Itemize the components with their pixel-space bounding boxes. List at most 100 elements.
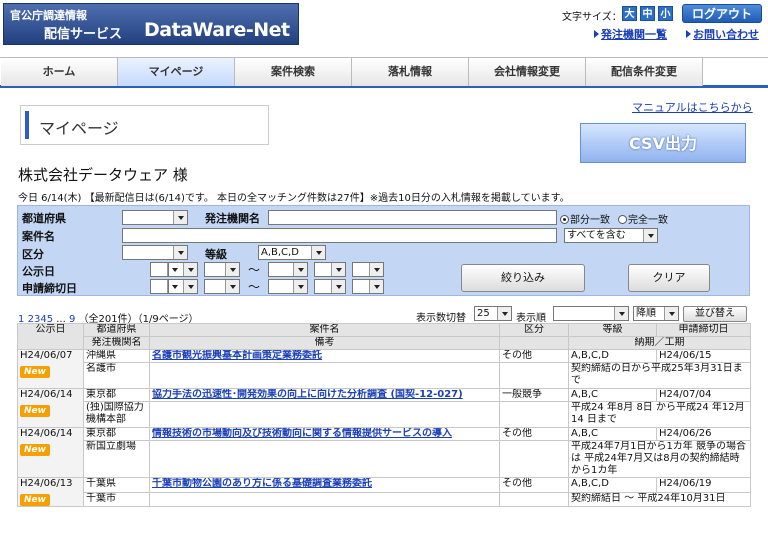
- header-pref: 都道府県: [83, 323, 150, 337]
- org-input[interactable]: [268, 210, 557, 225]
- font-size-small-button[interactable]: 小: [658, 6, 673, 21]
- remarks-cell: [149, 440, 500, 478]
- chevron-down-icon: [172, 268, 178, 272]
- grade-cell: A,B,C,D: [568, 477, 657, 493]
- table-row-detail: 千葉市 契約締結日 〜 平成24年10月31日: [18, 492, 751, 507]
- category-cell: その他: [499, 477, 569, 493]
- info-line: 今日 6/14(木) 【最新配信日は(6/14)です。 本日の全マッチング件数は…: [18, 193, 570, 204]
- case-title-link[interactable]: 情報技術の市場動向及び技術動向に関する情報提供サービスの導入: [152, 429, 452, 440]
- header-deadline: 申請締切日: [656, 323, 751, 337]
- pub-to-day-select[interactable]: [352, 262, 384, 277]
- deadline-from-day-select[interactable]: [204, 279, 240, 294]
- page: 官公庁調達情報 配信サービス DataWare-Net 文字サイズ： 大 中 小…: [0, 0, 768, 540]
- tab-mypage[interactable]: マイページ: [118, 58, 235, 86]
- case-title-link[interactable]: 千葉市動物公園のあり方に係る基礎調査業務委託: [152, 479, 372, 490]
- pref-label: 都道府県: [22, 212, 66, 225]
- font-size-large-button[interactable]: 大: [622, 6, 637, 21]
- case-mode-select[interactable]: すべてを含む: [564, 228, 658, 243]
- clear-button[interactable]: クリア: [628, 264, 710, 292]
- radio-exact-label: 完全一致: [628, 215, 668, 226]
- org-cell: 名護市: [83, 362, 150, 389]
- pub-date: H24/06/07: [20, 350, 73, 362]
- main-nav: ホーム マイページ 案件検索 落札情報 会社情報変更 配信条件変更: [0, 57, 768, 88]
- tab-case-search[interactable]: 案件検索: [235, 58, 352, 86]
- case-title-link[interactable]: 協力手法の迅速性･開発効果の向上に向けた分析調査 (国契-12-027): [152, 390, 463, 401]
- filter-button[interactable]: 絞り込み: [461, 264, 585, 292]
- blank-cell: [499, 362, 569, 389]
- radio-on-icon: [560, 215, 569, 224]
- remarks-cell: [149, 492, 500, 507]
- deadline-to-month-select[interactable]: [314, 279, 346, 294]
- chevron-down-icon: [648, 234, 654, 238]
- pref-select[interactable]: [122, 210, 188, 225]
- pub-date: H24/06/14: [20, 389, 73, 401]
- tab-home[interactable]: ホーム: [1, 58, 118, 86]
- case-mode-value: すべてを含む: [567, 230, 626, 241]
- site-logo[interactable]: 官公庁調達情報 配信サービス DataWare-Net: [3, 3, 299, 45]
- header-org: 発注機関名: [83, 336, 150, 350]
- pub-date: H24/06/13: [20, 478, 73, 490]
- table-row: H24/06/14 New 東京都 情報技術の市場動向及び技術動向に関する情報提供…: [17, 427, 751, 478]
- header-title: 案件名: [149, 323, 500, 337]
- org-list-link[interactable]: 発注機関一覧: [594, 26, 667, 42]
- table-row-detail: (独)国際協力機構本部 平成24 年8月 8日 から平成24 年12月14 日ま…: [18, 401, 751, 428]
- category-select[interactable]: [122, 245, 188, 260]
- pub-date-cell: H24/06/07 New: [17, 349, 84, 389]
- chevron-down-icon: [298, 268, 304, 272]
- case-input[interactable]: [122, 228, 557, 243]
- results-table: 公示日 都道府県 案件名 区分 等級 申請締切日 発注機関名 備考 納期／工期 …: [17, 323, 751, 507]
- header-blank: [499, 336, 569, 350]
- csv-export-button[interactable]: CSV出力: [580, 123, 746, 163]
- pub-date: H24/06/14: [20, 428, 73, 440]
- radio-partial[interactable]: 部分一致: [560, 211, 610, 226]
- chevron-down-icon: [316, 251, 322, 255]
- tab-award-info[interactable]: 落札情報: [352, 58, 469, 86]
- pub-from-day-select[interactable]: [204, 262, 240, 277]
- grade-select[interactable]: A,B,C,D: [258, 245, 326, 260]
- arrow-right-icon: [686, 30, 691, 38]
- pub-to-month-select[interactable]: [314, 262, 346, 277]
- pub-date-cell: H24/06/14 New: [17, 427, 84, 478]
- category-cell: その他: [499, 427, 569, 441]
- order-dir-select[interactable]: 降順: [633, 306, 679, 321]
- category-cell: その他: [499, 349, 569, 363]
- header-remarks: 備考: [149, 336, 500, 350]
- table-row-detail: 名護市 契約締結の日から平成25年3月31日まで: [18, 362, 751, 389]
- chevron-down-icon: [502, 312, 508, 316]
- table-row: H24/06/07 New 沖縄県 名護市観光振興基本計画策定業務委託 その他 A…: [17, 349, 751, 389]
- org-cell: (独)国際協力機構本部: [83, 401, 150, 428]
- chevron-down-icon: [336, 285, 342, 289]
- deadline-to-year-select[interactable]: [268, 279, 308, 294]
- sort-button[interactable]: 並び替え: [683, 306, 747, 322]
- chevron-down-icon: [172, 285, 178, 289]
- deadline-cell: H24/06/19: [656, 477, 751, 493]
- period-cell: 平成24年7月1日から1カ年 競争の場合は 平成24年7月又は8月の契約締結時か…: [568, 440, 751, 478]
- table-row-detail: 新国立劇場 平成24年7月1日から1カ年 競争の場合は 平成24年7月又は8月の…: [18, 440, 751, 478]
- new-badge: New: [20, 494, 50, 506]
- contact-link[interactable]: お問い合わせ: [686, 26, 759, 42]
- pref-cell: 東京都: [83, 388, 150, 402]
- pref-cell: 千葉県: [83, 477, 150, 493]
- logout-button[interactable]: ログアウト: [682, 4, 762, 23]
- tab-delivery-settings[interactable]: 配信条件変更: [586, 58, 703, 86]
- per-page-select[interactable]: 25: [474, 306, 512, 321]
- title-accent-bar: [25, 111, 29, 139]
- order-field-select[interactable]: [553, 306, 629, 321]
- title-cell: 協力手法の迅速性･開発効果の向上に向けた分析調査 (国契-12-027): [149, 388, 500, 402]
- chevron-down-icon: [336, 268, 342, 272]
- manual-link[interactable]: マニュアルはこちらから: [632, 99, 753, 115]
- deadline-to-day-select[interactable]: [352, 279, 384, 294]
- page-title-box: マイページ: [20, 105, 269, 145]
- case-title-link[interactable]: 名護市観光振興基本計画策定業務委託: [152, 351, 322, 362]
- tab-company-info[interactable]: 会社情報変更: [469, 58, 586, 86]
- grade-cell: A,B,C,D: [568, 349, 657, 363]
- header-category: 区分: [499, 323, 569, 337]
- font-size-medium-button[interactable]: 中: [640, 6, 655, 21]
- remarks-cell: [149, 362, 500, 389]
- range-tilde: 〜: [248, 280, 261, 294]
- chevron-down-icon: [230, 268, 236, 272]
- chevron-down-icon: [178, 251, 184, 255]
- pub-to-year-select[interactable]: [268, 262, 308, 277]
- radio-exact[interactable]: 完全一致: [618, 211, 668, 226]
- radio-partial-label: 部分一致: [570, 215, 610, 226]
